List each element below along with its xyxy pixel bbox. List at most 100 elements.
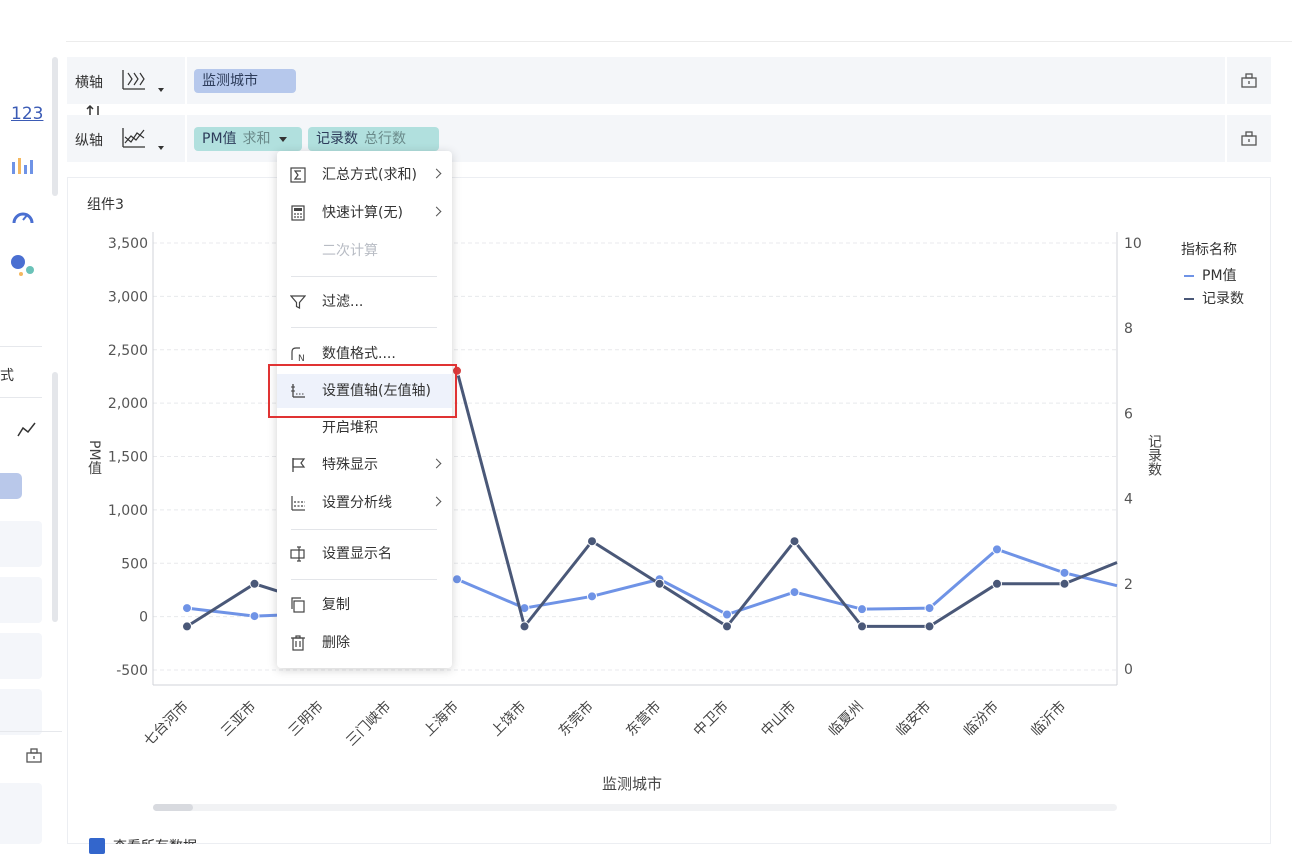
menu-divider [291, 327, 437, 328]
chevron-right-icon [431, 458, 442, 469]
x-axis-title: 监测城市 [602, 775, 663, 793]
scrollbar-thumb[interactable] [153, 804, 193, 811]
data-point[interactable] [992, 578, 1002, 589]
legend-swatch [1184, 275, 1194, 277]
data-point[interactable] [249, 611, 260, 622]
x-tick-label: 中卫市 [690, 698, 732, 740]
data-point[interactable] [789, 536, 800, 547]
data-point[interactable] [789, 587, 800, 598]
data-point[interactable] [182, 603, 192, 614]
menu-item-1[interactable]: 快速计算(无) [277, 196, 452, 230]
calculator-icon [291, 205, 305, 221]
y2-tick-label: 4 [1124, 492, 1133, 508]
x-tick-label: 三明市 [285, 698, 327, 740]
view-all-checkbox[interactable] [89, 838, 105, 854]
x-tick-label: 东营市 [623, 698, 665, 740]
svg-text:N: N [298, 354, 305, 362]
data-point[interactable] [722, 609, 732, 620]
menu-item-label: 过滤... [322, 294, 364, 310]
data-point[interactable] [722, 621, 732, 632]
menu-item-11[interactable]: 删除 [277, 626, 452, 660]
y2-tick-label: 10 [1124, 236, 1142, 252]
menu-divider [291, 529, 437, 530]
view-all-label: 查看所有数据 [113, 836, 197, 844]
menu-item-label: 设置分析线 [322, 495, 392, 511]
y2-tick-label: 2 [1124, 577, 1133, 593]
copy-icon [291, 597, 305, 613]
menu-item-label: 汇总方式(求和) [322, 167, 417, 183]
y2-tick-label: 6 [1124, 406, 1133, 422]
menu-item-2: 二次计算 [277, 234, 452, 268]
y-tick-label: 3,000 [108, 289, 148, 305]
line-chart: 3,500 3,000 2,500 2,000 1,500 1,000 500 0 -500 10… [108, 232, 1142, 750]
menu-item-10[interactable]: 复制 [277, 588, 452, 622]
data-point[interactable] [924, 621, 935, 632]
data-point[interactable] [587, 591, 597, 602]
legend-item-count[interactable]: 记录数 [1184, 288, 1244, 308]
flag-icon [292, 458, 306, 472]
y-tick-label: 1,500 [108, 450, 148, 466]
chart-scrollbar[interactable] [153, 804, 1117, 811]
chevron-right-icon [431, 496, 442, 507]
data-point[interactable] [654, 578, 665, 589]
trash-icon [291, 635, 305, 651]
analysis-line-icon [291, 496, 305, 511]
menu-item-label: 删除 [322, 635, 350, 651]
data-point[interactable] [587, 536, 597, 547]
data-point[interactable] [992, 544, 1002, 555]
menu-item-label: 特殊显示 [322, 457, 378, 473]
x-tick-label: 上海市 [420, 698, 462, 740]
y-tick-label: 500 [121, 556, 148, 572]
data-point[interactable] [857, 604, 867, 615]
data-point[interactable] [452, 574, 462, 585]
y2-axis-title: 记录数 [1146, 434, 1162, 476]
sum-icon [290, 167, 306, 183]
x-tick-label: 七台河市 [140, 698, 192, 750]
legend-swatch [1184, 298, 1194, 300]
y-axis-title: PM值 [86, 440, 102, 475]
x-tick-label: 临夏州 [826, 699, 867, 740]
y2-tick-label: 0 [1124, 662, 1133, 678]
chevron-right-icon [431, 206, 442, 217]
data-point[interactable] [1059, 578, 1070, 589]
data-point[interactable] [182, 621, 192, 632]
legend-label: PM值 [1202, 268, 1237, 284]
menu-divider [291, 579, 437, 580]
menu-item-8[interactable]: 设置分析线 [277, 486, 452, 520]
y-tick-label: 1,000 [108, 503, 148, 519]
menu-item-label: 快速计算(无) [322, 205, 403, 221]
menu-item-9[interactable]: 设置显示名 [277, 537, 452, 571]
y-tick-label: 0 [139, 610, 148, 626]
legend-label: 记录数 [1202, 291, 1244, 307]
menu-item-7[interactable]: 特殊显示 [277, 448, 452, 482]
rename-icon [290, 546, 305, 562]
menu-item-label: 复制 [322, 597, 350, 613]
x-tick-label: 三亚市 [218, 698, 260, 740]
x-tick-label: 临安市 [893, 698, 935, 740]
data-point[interactable] [519, 621, 530, 632]
legend-item-pm[interactable]: PM值 [1184, 265, 1237, 285]
menu-item-0[interactable]: 汇总方式(求和) [277, 158, 452, 192]
y-tick-label: 3,500 [108, 236, 148, 252]
data-point[interactable] [857, 621, 867, 632]
y-tick-label: -500 [116, 663, 148, 679]
chevron-right-icon [431, 168, 442, 179]
data-point[interactable] [1059, 567, 1070, 578]
menu-item-label: 设置显示名 [322, 546, 392, 562]
number-format-icon: N [291, 347, 305, 362]
menu-item-3[interactable]: 过滤... [277, 285, 452, 319]
y-tick-label: 2,500 [108, 343, 148, 359]
x-tick-label: 东莞市 [555, 698, 597, 740]
data-point[interactable] [924, 603, 935, 614]
filter-icon [290, 295, 306, 309]
y2-tick-label: 8 [1124, 321, 1133, 337]
x-tick-label: 中山市 [758, 698, 800, 740]
x-tick-label: 上饶市 [488, 698, 530, 740]
menu-item-label: 二次计算 [322, 243, 378, 259]
highlight-box [268, 364, 457, 418]
data-point[interactable] [249, 578, 260, 589]
legend-title: 指标名称 [1181, 242, 1237, 258]
x-tick-label: 三门峡市 [343, 698, 395, 750]
y-tick-label: 2,000 [108, 396, 148, 412]
menu-divider [291, 276, 437, 277]
